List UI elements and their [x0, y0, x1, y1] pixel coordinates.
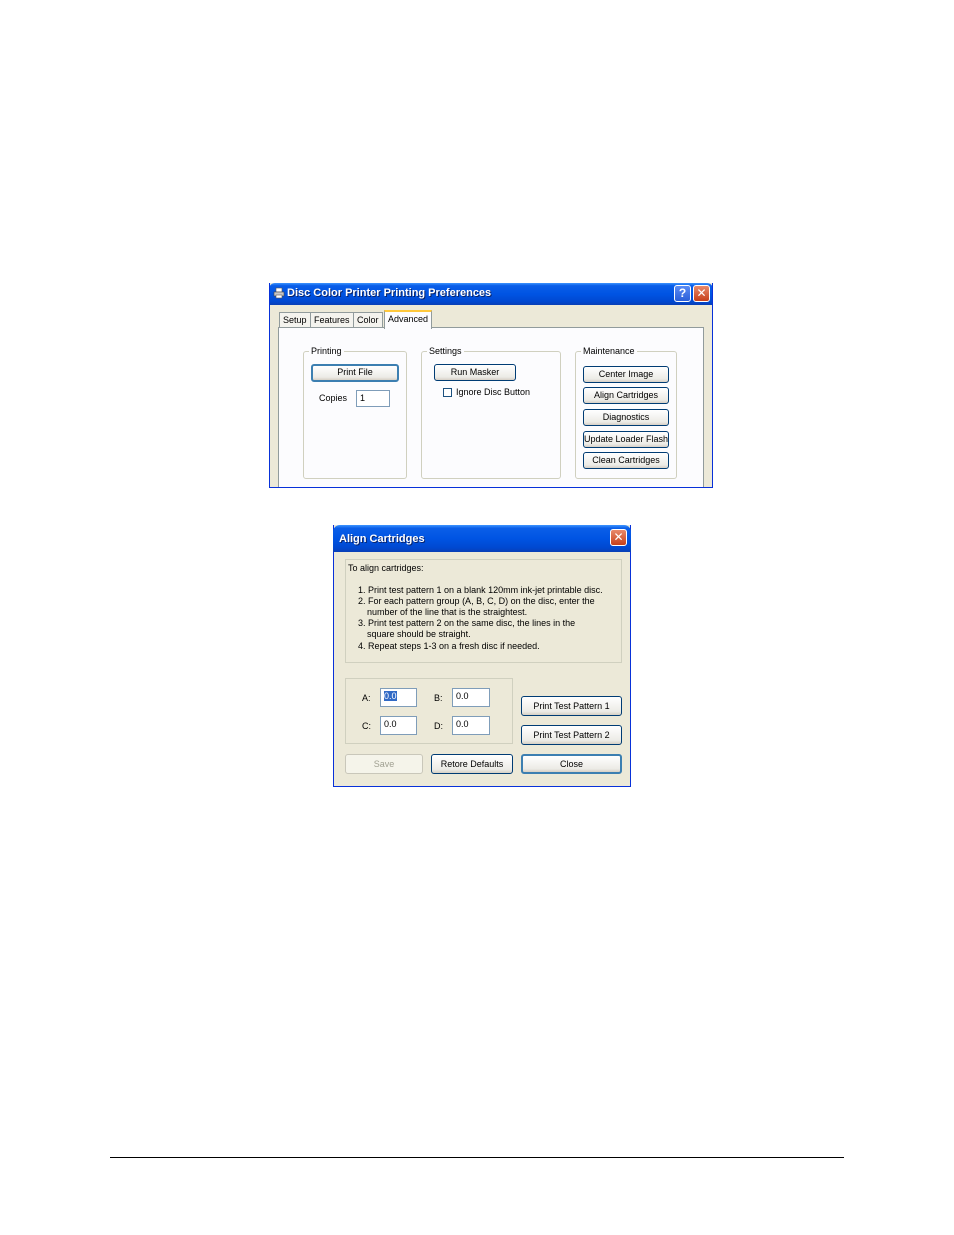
- tab-setup[interactable]: Setup: [279, 312, 311, 328]
- window-title: Disc Color Printer Printing Preferences: [287, 287, 492, 299]
- tab-features[interactable]: Features: [310, 312, 354, 328]
- align-cartridges-button[interactable]: Align Cartridges: [583, 387, 669, 404]
- printing-group: Printing Print File Copies 1: [303, 346, 407, 479]
- title-bar[interactable]: Disc Color Printer Printing Preferences …: [270, 283, 712, 305]
- d-label: D:: [434, 721, 443, 731]
- update-loader-flash-button[interactable]: Update Loader Flash: [583, 431, 669, 448]
- alignment-values-panel: A: 0.0 B: 0.0 C: 0.0 D: 0.0: [345, 678, 513, 744]
- b-input[interactable]: 0.0: [452, 688, 490, 707]
- title-bar[interactable]: Align Cartridges ✕: [333, 525, 631, 552]
- instruction-line: square should be straight.: [367, 629, 471, 639]
- instruction-line: number of the line that is the straighte…: [367, 607, 528, 617]
- c-label: C:: [362, 721, 371, 731]
- clean-cartridges-button[interactable]: Clean Cartridges: [583, 452, 669, 469]
- diagnostics-button[interactable]: Diagnostics: [583, 409, 669, 426]
- close-window-button[interactable]: ✕: [693, 285, 710, 302]
- close-button[interactable]: Close: [521, 754, 622, 774]
- a-input[interactable]: 0.0: [380, 688, 417, 707]
- instructions-heading: To align cartridges:: [348, 563, 424, 573]
- maintenance-group-title: Maintenance: [581, 346, 637, 356]
- ignore-disc-checkbox[interactable]: [443, 388, 452, 397]
- ignore-disc-label: Ignore Disc Button: [456, 387, 531, 397]
- instruction-line: 1. Print test pattern 1 on a blank 120mm…: [358, 585, 603, 595]
- copies-input[interactable]: 1: [356, 390, 390, 407]
- instruction-line: 2. For each pattern group (A, B, C, D) o…: [358, 596, 595, 606]
- instruction-line: 4. Repeat steps 1-3 on a fresh disc if n…: [358, 641, 540, 651]
- maintenance-group: Maintenance Center Image Align Cartridge…: [575, 346, 677, 479]
- tab-advanced[interactable]: Advanced: [384, 310, 433, 329]
- settings-group-title: Settings: [427, 346, 464, 356]
- help-button[interactable]: ?: [674, 285, 691, 302]
- run-masker-button[interactable]: Run Masker: [434, 364, 516, 381]
- print-test-pattern-1-button[interactable]: Print Test Pattern 1: [521, 696, 622, 716]
- align-cartridges-dialog: Align Cartridges ✕ To align cartridges: …: [333, 525, 631, 787]
- printer-icon: [273, 287, 285, 299]
- instructions-panel: To align cartridges: 1. Print test patte…: [345, 559, 622, 663]
- page-footer-rule: [110, 1157, 844, 1158]
- save-button[interactable]: Save: [345, 754, 423, 774]
- tab-color[interactable]: Color: [353, 312, 383, 328]
- d-input[interactable]: 0.0: [452, 716, 490, 735]
- advanced-tab-panel: Printing Print File Copies 1 Settings Ru…: [278, 327, 704, 487]
- printing-group-title: Printing: [309, 346, 344, 356]
- a-input-value: 0.0: [384, 691, 397, 701]
- settings-group: Settings Run Masker Ignore Disc Button: [421, 346, 561, 479]
- copies-label: Copies: [319, 393, 348, 403]
- instruction-line: 3. Print test pattern 2 on the same disc…: [358, 618, 576, 628]
- b-label: B:: [434, 693, 443, 703]
- print-file-button[interactable]: Print File: [311, 364, 399, 382]
- print-test-pattern-2-button[interactable]: Print Test Pattern 2: [521, 725, 622, 745]
- dialog-title: Align Cartridges: [339, 533, 425, 545]
- close-dialog-button[interactable]: ✕: [610, 529, 627, 546]
- printing-preferences-window: Disc Color Printer Printing Preferences …: [269, 283, 713, 488]
- center-image-button[interactable]: Center Image: [583, 366, 669, 383]
- c-input[interactable]: 0.0: [380, 716, 417, 735]
- a-label: A:: [362, 693, 371, 703]
- restore-defaults-button[interactable]: Retore Defaults: [431, 754, 513, 774]
